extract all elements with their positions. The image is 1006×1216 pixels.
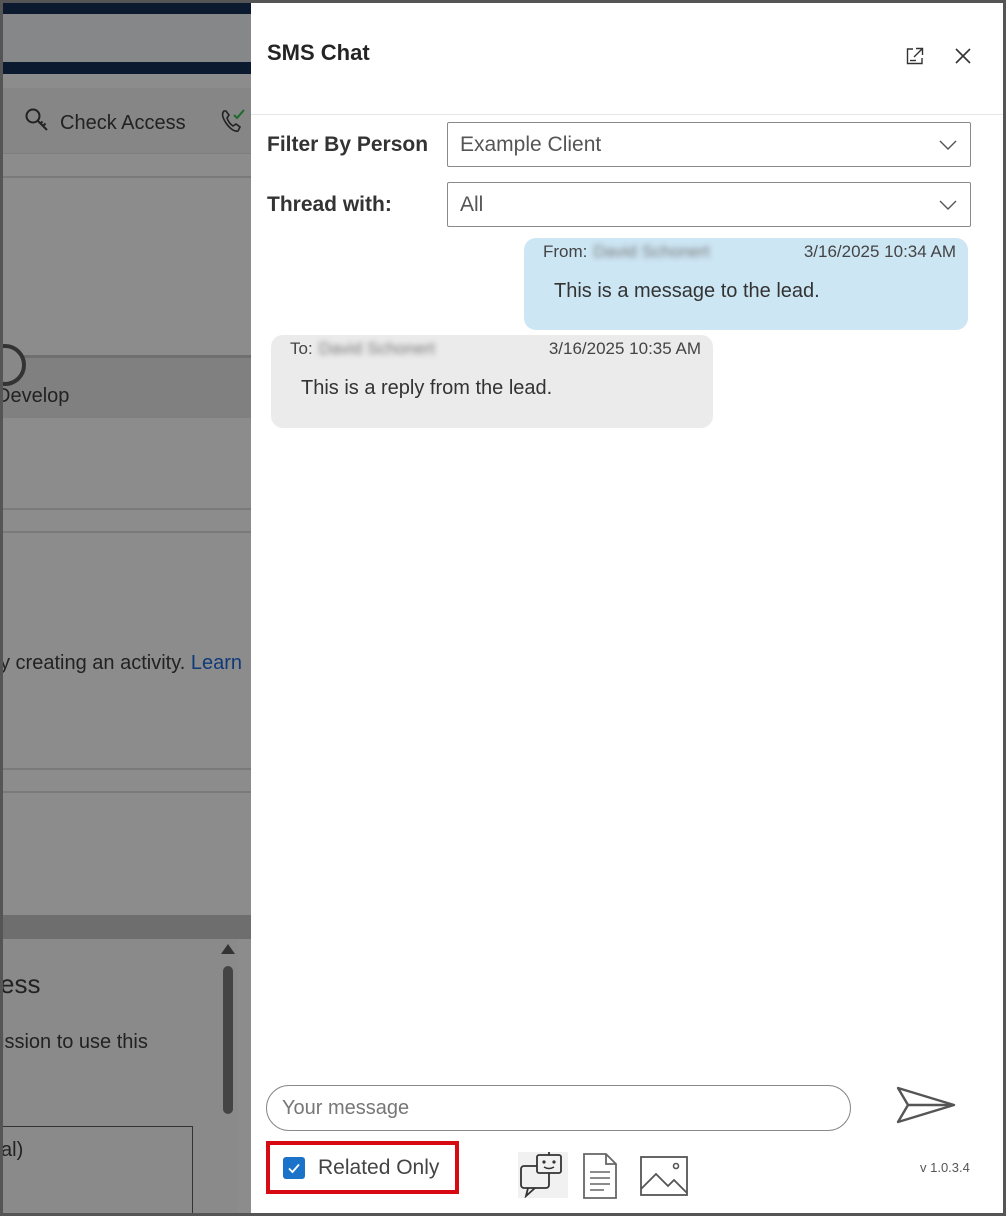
activity-hint: y creating an activity. Learn: [0, 652, 242, 674]
popout-icon: [905, 46, 925, 71]
message-input[interactable]: [266, 1085, 851, 1131]
message-timestamp: 3/16/2025 10:35 AM: [548, 339, 701, 358]
background-app: Check Access Develop y creating an activ…: [0, 0, 251, 1216]
image-button[interactable]: [639, 1155, 691, 1197]
related-only-checkbox[interactable]: Related Only: [266, 1141, 459, 1194]
panel-title: SMS Chat: [267, 40, 370, 65]
image-icon: [639, 1156, 691, 1201]
chatbot-icon: [518, 1152, 568, 1202]
message-text: This is a message to the lead.: [554, 280, 820, 302]
outgoing-message: From: David Schonert 3/16/2025 10:34 AM T…: [524, 238, 968, 330]
chevron-down-icon: [938, 195, 958, 221]
contact-name: David Schonert: [318, 339, 435, 358]
thread-with-select[interactable]: All: [447, 182, 971, 227]
header-divider: [251, 114, 1006, 115]
filter-by-person-select[interactable]: Example Client: [447, 122, 971, 167]
stage-label: Develop: [0, 385, 70, 407]
chevron-down-icon: [938, 135, 958, 161]
filter-by-person-value: Example Client: [460, 132, 602, 156]
thread-with-label: Thread with:: [267, 193, 392, 216]
related-only-label: Related Only: [318, 1155, 440, 1179]
chatbot-button[interactable]: [518, 1152, 568, 1199]
background-dialog: ess ission to use this al): [0, 939, 238, 1216]
dialog-message: ission to use this: [0, 1031, 148, 1053]
message-sender: From: David Schonert: [543, 242, 710, 261]
message-timestamp: 3/16/2025 10:34 AM: [803, 242, 956, 261]
dialog-scrollbar: [221, 944, 235, 1124]
send-button[interactable]: [894, 1082, 958, 1128]
filter-by-person-label: Filter By Person: [267, 133, 429, 156]
sms-chat-panel: SMS Chat Filter By Person Example Client…: [251, 0, 1006, 1216]
thread-with-value: All: [460, 192, 484, 216]
incoming-message: To: David Schonert 3/16/2025 10:35 AM Thi…: [271, 335, 713, 428]
background-dialog-bar: [0, 915, 251, 939]
phone-check-icon: [218, 107, 246, 141]
document-button[interactable]: [580, 1152, 620, 1200]
close-icon: [954, 47, 972, 70]
dialog-title: ess: [0, 969, 41, 999]
message-text: This is a reply from the lead.: [301, 377, 553, 399]
key-icon: [24, 107, 50, 139]
checkbox-checked-icon: [283, 1156, 305, 1179]
check-access-button: Check Access: [24, 107, 186, 139]
popout-button[interactable]: [902, 45, 928, 71]
message-recipient: To: David Schonert: [290, 339, 435, 358]
check-access-label: Check Access: [60, 111, 186, 134]
dialog-field: al): [0, 1126, 193, 1216]
document-icon: [580, 1153, 620, 1204]
close-button[interactable]: [950, 45, 976, 71]
contact-name: David Schonert: [593, 242, 710, 261]
send-icon: [894, 1086, 958, 1132]
background-top-bar: [0, 0, 251, 74]
version-label: v 1.0.3.4: [920, 1160, 970, 1175]
